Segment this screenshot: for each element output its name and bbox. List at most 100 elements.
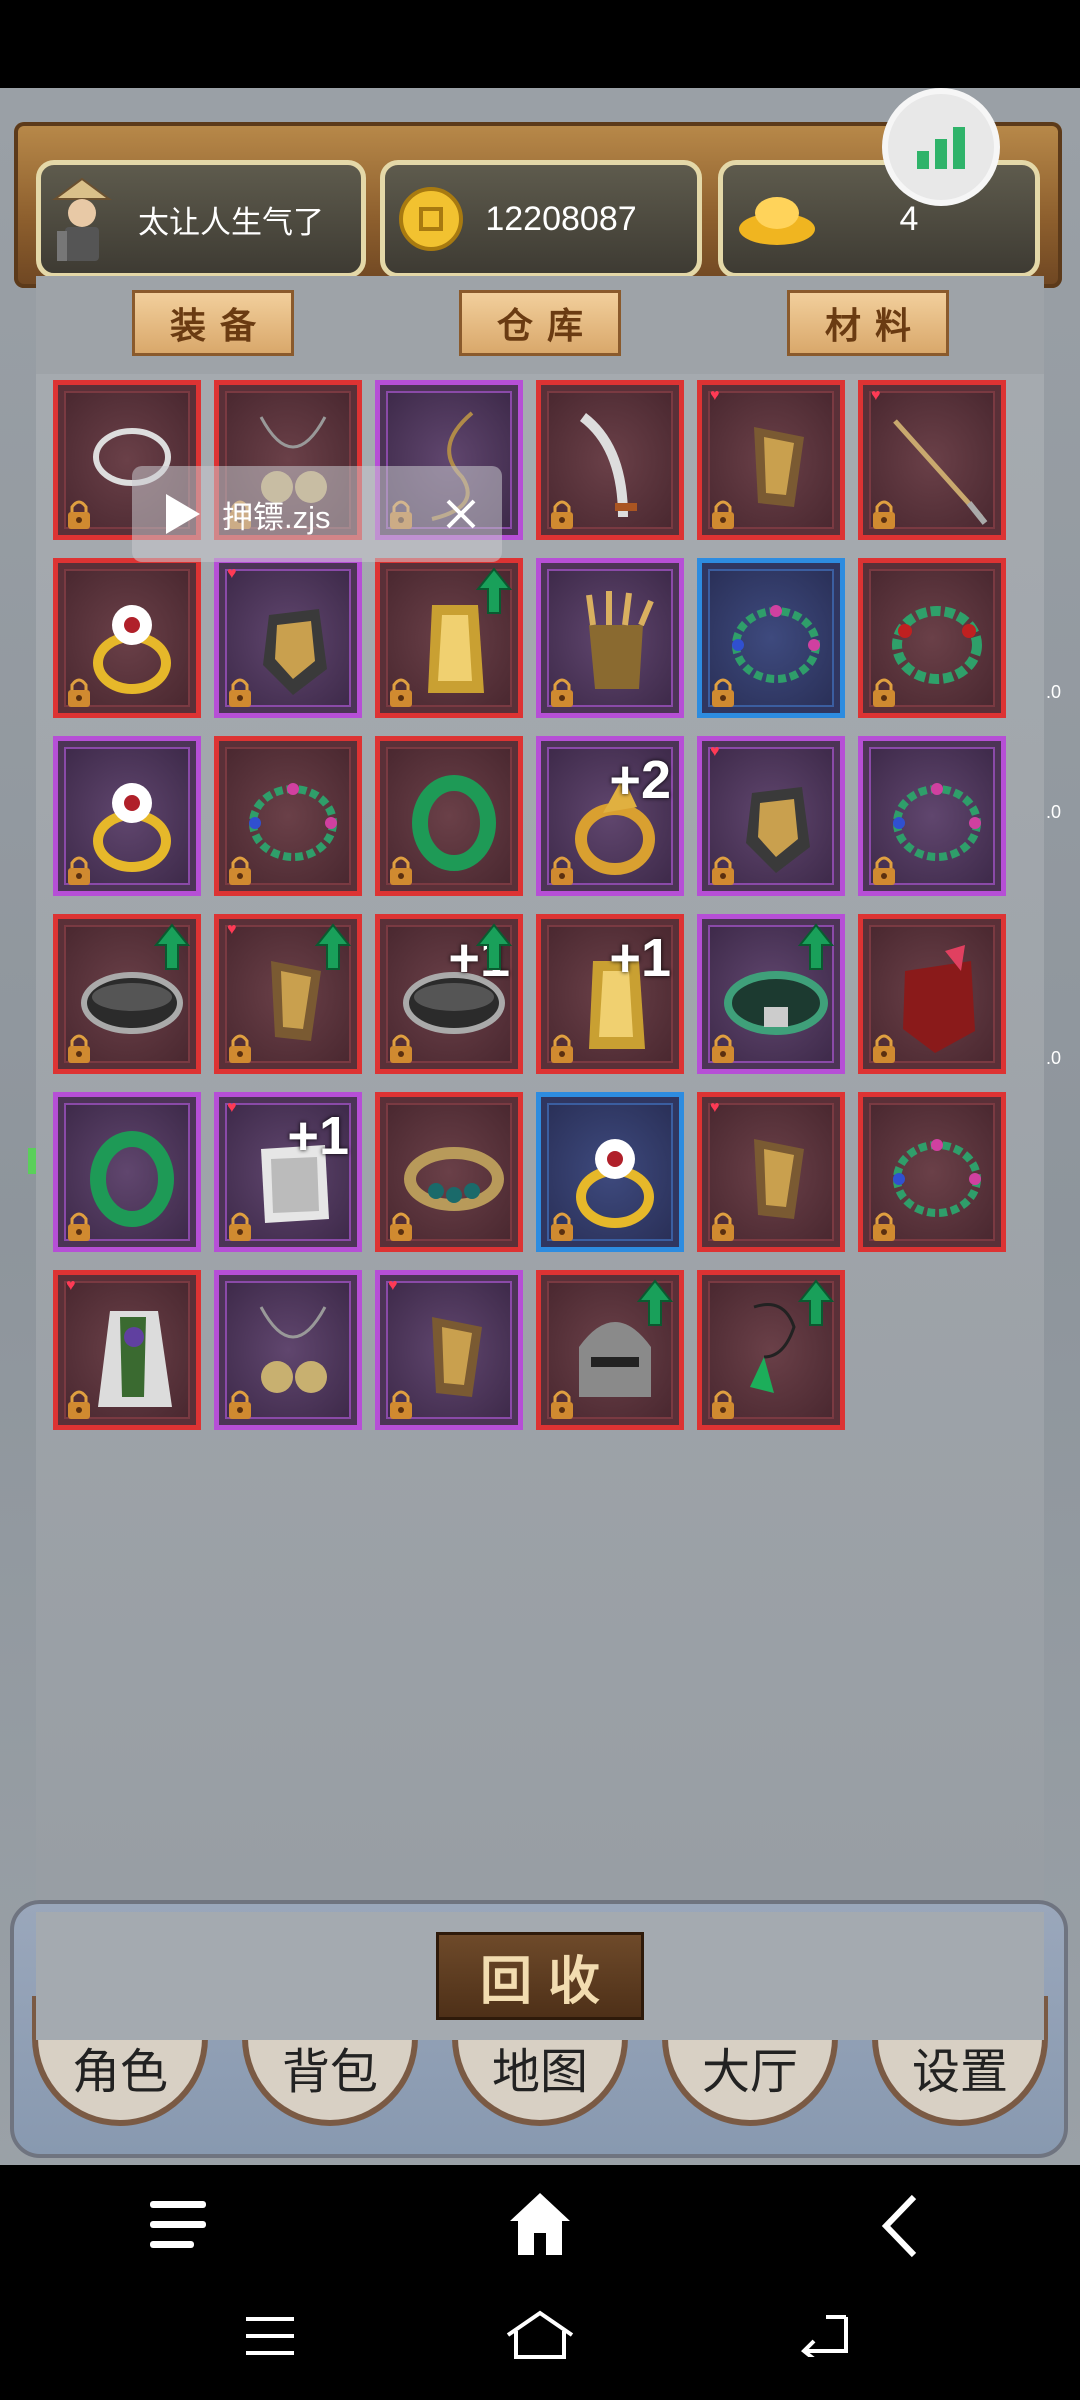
player-name: 太让人生气了	[138, 204, 324, 240]
coin-counter: 12208087	[380, 160, 702, 278]
lock-icon	[390, 1212, 412, 1241]
lock-icon	[68, 856, 90, 885]
inventory-slot[interactable]: ♥	[53, 1270, 201, 1430]
inventory-slot[interactable]	[697, 558, 845, 718]
lock-icon	[229, 678, 251, 707]
tab-materials[interactable]: 材料	[787, 290, 949, 356]
robe-icon	[98, 1311, 172, 1407]
play-icon[interactable]	[162, 492, 202, 536]
inventory-slot[interactable]	[697, 914, 845, 1074]
upgrade-arrow-icon	[798, 923, 834, 970]
floating-stats-button[interactable]	[882, 88, 1000, 206]
upgrade-arrow-icon	[637, 1279, 673, 1326]
flower-ring-icon	[576, 1139, 654, 1228]
lock-icon	[68, 1390, 90, 1419]
bell-necklace-icon	[259, 1306, 327, 1393]
upgrade-arrow-icon	[798, 1279, 834, 1326]
menu-icon[interactable]	[146, 2195, 210, 2255]
inventory-slot[interactable]	[53, 1092, 201, 1252]
inventory-slot[interactable]: ♥	[858, 380, 1006, 540]
crimson-armor-icon	[903, 945, 975, 1053]
inventory-slot[interactable]	[697, 1270, 845, 1430]
inventory-slot[interactable]	[536, 1092, 684, 1252]
armor-gauntlet-icon	[754, 427, 804, 507]
lock-icon	[712, 678, 734, 707]
inventory-slot[interactable]: ♥	[214, 914, 362, 1074]
inventory-slot[interactable]	[858, 736, 1006, 896]
recycle-button[interactable]: 回收	[436, 1932, 644, 2020]
inventory-slot[interactable]	[53, 914, 201, 1074]
bar-chart-icon	[917, 127, 965, 169]
app-nav-bar	[0, 2165, 1080, 2285]
favorite-icon: ♥	[66, 1277, 76, 1294]
inventory-slot[interactable]	[53, 558, 201, 718]
favorite-icon: ♥	[710, 743, 720, 760]
lock-icon	[551, 678, 573, 707]
upgrade-arrow-icon	[315, 923, 351, 970]
lock-icon	[68, 1212, 90, 1241]
lock-icon	[712, 856, 734, 885]
coin-amount: 12208087	[485, 199, 637, 238]
inventory-slot[interactable]	[375, 558, 523, 718]
tab-equipment[interactable]: 装备	[132, 290, 294, 356]
inventory-slot[interactable]: ♥	[697, 380, 845, 540]
lock-icon	[873, 500, 895, 529]
coin-icon	[399, 187, 463, 251]
inventory-slot[interactable]: ♥	[375, 1270, 523, 1430]
lock-icon	[551, 500, 573, 529]
inventory-slot[interactable]: ♥	[697, 736, 845, 896]
recents-icon[interactable]	[244, 2315, 296, 2357]
close-icon[interactable]	[444, 497, 478, 531]
lock-icon	[390, 1034, 412, 1063]
system-home-icon[interactable]	[504, 2309, 576, 2361]
armor-set-icon	[263, 609, 327, 695]
jade-ring-icon	[412, 775, 496, 871]
inventory-slot[interactable]	[858, 558, 1006, 718]
inventory-slot[interactable]: +2	[536, 736, 684, 896]
lock-icon	[551, 1390, 573, 1419]
inventory-slot[interactable]: ♥	[214, 558, 362, 718]
inventory-slot[interactable]: ♥	[697, 1092, 845, 1252]
inventory-slot[interactable]	[536, 1270, 684, 1430]
gold-ingot-counter: 4	[718, 160, 1040, 278]
inventory-slot[interactable]	[858, 1092, 1006, 1252]
inventory-slot[interactable]: +1	[375, 914, 523, 1074]
lock-icon	[712, 1034, 734, 1063]
lock-icon	[873, 1212, 895, 1241]
gold-ingot-icon	[739, 197, 815, 245]
lock-icon	[551, 856, 573, 885]
gem-bracelet-icon	[249, 783, 337, 861]
player-name-pill[interactable]: 太让人生气了	[36, 160, 366, 278]
inventory-slot[interactable]	[858, 914, 1006, 1074]
flower-ring-icon	[93, 783, 171, 872]
lock-icon	[229, 1212, 251, 1241]
system-back-icon[interactable]	[796, 2311, 850, 2357]
gem-bracelet-icon	[893, 1139, 981, 1217]
home-icon[interactable]	[506, 2189, 574, 2259]
upgrade-arrow-icon	[476, 923, 512, 970]
inventory-slot[interactable]	[536, 380, 684, 540]
inventory-slot[interactable]	[53, 736, 201, 896]
tab-warehouse[interactable]: 仓库	[459, 290, 621, 356]
jade-ring-icon	[90, 1131, 174, 1227]
lock-icon	[229, 1390, 251, 1419]
inventory-slot[interactable]	[214, 1270, 362, 1430]
lock-icon	[873, 678, 895, 707]
lock-icon	[712, 1212, 734, 1241]
inventory-slot[interactable]: ♥ +1	[214, 1092, 362, 1252]
inventory-slot[interactable]	[536, 558, 684, 718]
back-chevron-icon[interactable]	[880, 2193, 920, 2259]
script-toast[interactable]: 押镖.zjs	[132, 466, 502, 562]
favorite-icon: ♥	[227, 921, 237, 938]
inventory-slot[interactable]	[214, 736, 362, 896]
lock-icon	[68, 678, 90, 707]
upgrade-arrow-icon	[476, 567, 512, 614]
inventory-slot[interactable]	[375, 1092, 523, 1252]
scroll-marker: .0	[1046, 802, 1062, 822]
toast-filename: 押镖.zjs	[222, 499, 331, 535]
favorite-icon: ♥	[227, 1099, 237, 1116]
inventory-slot[interactable]	[375, 736, 523, 896]
gem-bracelet-icon	[732, 605, 820, 683]
inventory-slot[interactable]: +1	[536, 914, 684, 1074]
lock-icon	[390, 856, 412, 885]
